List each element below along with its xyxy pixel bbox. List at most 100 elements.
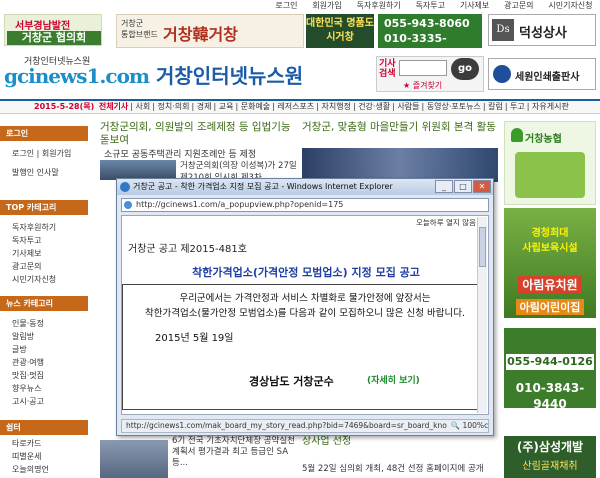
search-go-button[interactable]: go	[451, 58, 479, 80]
ad-kindergarten-l2: 사립보육시설	[522, 243, 578, 254]
popup-scrollbar[interactable]	[477, 217, 487, 413]
top-link-contribute[interactable]: 독자투고	[416, 0, 445, 12]
nav-admin[interactable]: 자치행정	[321, 102, 350, 111]
top-links: 로그인 회원가입 독자후원하기 독자투고 기사제보 광고문의 시민기자신청	[268, 0, 600, 12]
sidebar-news-category: 뉴스 카테고리 인물·동정 알림방 글방 관광·여행 맛집·멋집 향우뉴스 고시…	[0, 296, 88, 408]
search-box: 기사검색 go ★ 즐겨찾기	[376, 56, 484, 92]
nav-all-articles[interactable]: 전체기사	[99, 102, 128, 111]
page-icon	[124, 201, 132, 209]
address-url: http://gcinews1.com/a_popupview.php?open…	[136, 200, 344, 209]
ad-samsung[interactable]: (주)삼성개발 산림골재채취	[504, 436, 596, 478]
nav-health[interactable]: 건강·생활	[358, 102, 390, 111]
sidebar-item[interactable]: 로그인 | 회원가입	[0, 147, 88, 160]
sidebar-item[interactable]: 띠별운세	[0, 450, 88, 463]
nav-education[interactable]: 교육	[219, 102, 234, 111]
site-name: 거창인터넷뉴스원	[156, 64, 304, 88]
minimize-icon[interactable]: _	[435, 180, 453, 193]
nav-video[interactable]: 동영상·포토뉴스	[427, 102, 481, 111]
sidebar-item[interactable]: 광고문의	[0, 260, 88, 273]
sidebar-item[interactable]: 기사제보	[0, 247, 88, 260]
sidebar-top-category: TOP 카테고리 독자후원하기 독자투고 기사제보 광고문의 시민기자신청	[0, 200, 88, 286]
top-link-report[interactable]: 기사제보	[460, 0, 489, 12]
headline-2-photo[interactable]	[302, 148, 498, 182]
ad-samsung-l2: 산림골재채취	[522, 461, 578, 472]
nav-sports[interactable]: 레저스포츠	[277, 102, 314, 111]
today-close[interactable]: 오늘하루 열지 않음	[416, 217, 485, 228]
top-link-citizen-reporter[interactable]: 시민기자신청	[548, 0, 592, 12]
more-link[interactable]: (자세히 보기)	[367, 373, 420, 386]
banner-phone[interactable]: 055-943-8060 010-3335-8060	[378, 14, 482, 48]
sidebar-item[interactable]: 독자후원하기	[0, 221, 88, 234]
banner-deokseong[interactable]: Ds 덕성상사	[488, 14, 596, 46]
sidebar-header: 쉼터	[0, 420, 88, 435]
top-link-donate[interactable]: 독자후원하기	[357, 0, 401, 12]
address-bar[interactable]: http://gcinews1.com/a_popupview.php?open…	[121, 198, 489, 212]
ad-phone-l2: 010-3843-9440	[515, 381, 585, 411]
banner-brand[interactable]: 거창군 통합브랜드 거창韓거창	[116, 14, 304, 48]
notice-number: 거창군 공고 제2015-481호	[128, 244, 247, 255]
sidebar-item[interactable]: 향우뉴스	[0, 382, 88, 395]
sidebar-item[interactable]: 인물·동정	[0, 317, 88, 330]
popup-content: 오늘하루 열지 않음 거창군 공고 제2015-481호 착한가격업소(가격안정…	[121, 215, 489, 415]
sidebar-item[interactable]: 맛집·멋집	[0, 369, 88, 382]
favorite-link[interactable]: ★ 즐겨찾기	[403, 80, 442, 91]
site-logo[interactable]: 거창인터넷뉴스원 gcinews1.com	[4, 54, 150, 96]
sidebar-rest-section: 쉼터 타로카드 띠별운세 오늘의명언	[0, 420, 88, 476]
banner-brand-name: 거창韓거창	[163, 25, 238, 44]
sidebar-item[interactable]: 관광·여행	[0, 356, 88, 369]
bottom-news-headline[interactable]: 상사업 선정	[302, 436, 498, 448]
sidebar-item[interactable]: 시민기자신청	[0, 273, 88, 286]
top-link-ads[interactable]: 광고문의	[504, 0, 533, 12]
notice-date: 2015년 5월 19일	[155, 333, 234, 344]
bottom-news-sub: 5월 22일 심의회 개최, 48건 선정 홈페이지에 공개	[302, 464, 484, 474]
sidebar-item[interactable]: 알림방	[0, 330, 88, 343]
nav-column[interactable]: 칼럼	[488, 102, 503, 111]
top-link-join[interactable]: 회원가입	[312, 0, 341, 12]
site-logo-main: gcinews1.com	[4, 64, 150, 88]
notice-body: 우리군에서는 가격안정과 서비스 차별화로 물가안정에 앞장서는 착한가격업소(물…	[145, 293, 465, 319]
status-url: http://gcinews1.com/mak_board_my_story_r…	[126, 421, 489, 430]
ad-kindergarten-l3: 아림유치원	[518, 276, 582, 293]
ie-icon	[120, 182, 130, 192]
headline-1-sub: 소규모 공동주택관리 지원조례안 등 제정	[104, 150, 257, 160]
headline-1-photo[interactable]	[100, 160, 176, 180]
nav-contribution[interactable]: 투고	[510, 102, 525, 111]
nav-society[interactable]: 사회	[136, 102, 151, 111]
nav-culture[interactable]: 문화예술	[241, 102, 270, 111]
nav-economy[interactable]: 경제	[197, 102, 212, 111]
maximize-icon[interactable]: □	[454, 180, 472, 193]
sidebar-item[interactable]: 발행인 인사말	[0, 166, 88, 179]
sidebar-item[interactable]: 타로카드	[0, 437, 88, 450]
zoom-level[interactable]: 🔍 100%	[446, 420, 484, 432]
headline-2[interactable]: 거창군, 맞춤형 마을만들기 위원회 본격 활동	[302, 121, 498, 134]
nav-freeboard[interactable]: 자유게시판	[532, 102, 569, 111]
search-input[interactable]	[399, 60, 447, 76]
ad-nonghyup[interactable]: 거창농협	[504, 121, 596, 205]
bottom-news-text[interactable]: 6기 전국 기초자치단체장 공약실천계획서 평가결과 최고 등급인 SA등...	[172, 436, 300, 469]
popup-window: 거창군 공고 - 착한 가격업소 지정 모집 공고 - Windows Inte…	[116, 178, 494, 436]
banner-council[interactable]: 서부경남발전 거창군 협의회	[4, 14, 102, 46]
notice-org: 경상남도 거창군수	[249, 375, 334, 388]
banner-sewon[interactable]: 세원인쇄출판사	[488, 58, 596, 90]
ad-kindergarten[interactable]: 경청최대 사립보육시설 아림유치원 아림어린이집	[504, 208, 596, 318]
main-nav: 2015-5-28(목) 전체기사 | 사회 | 정치·의회 | 경제 | 교육 | 문화…	[0, 99, 600, 114]
scroll-thumb[interactable]	[479, 227, 486, 267]
sidebar-item[interactable]: 오늘의명언	[0, 463, 88, 476]
search-label: 기사검색	[379, 59, 396, 79]
sewon-logo-icon	[493, 65, 511, 83]
top-link-login[interactable]: 로그인	[275, 0, 297, 12]
nav-politics[interactable]: 정치·의회	[158, 102, 190, 111]
sidebar-item[interactable]: 독자투고	[0, 234, 88, 247]
nav-people[interactable]: 사람들	[397, 102, 419, 111]
ad-phone-l1: 055-944-0126	[506, 354, 594, 370]
bottom-news-photo[interactable]	[100, 440, 168, 478]
nonghyup-logo-icon	[511, 128, 523, 142]
ad-kindergarten-l4: 아림어린이집	[515, 299, 585, 315]
sidebar-item[interactable]: 고시·공고	[0, 395, 88, 408]
ad-samsung-l1: (주)삼성개발	[516, 440, 584, 454]
ad-phone[interactable]: 055-944-0126 010-3843-9440	[504, 328, 596, 411]
sidebar-item[interactable]: 글방	[0, 343, 88, 356]
close-icon[interactable]: ✕	[473, 180, 491, 193]
headline-1[interactable]: 거창군의회, 의원발의 조례제정 등 입법기능 돋보여	[100, 121, 296, 147]
banner-city[interactable]: 대한민국 명품도시거창	[306, 14, 374, 48]
